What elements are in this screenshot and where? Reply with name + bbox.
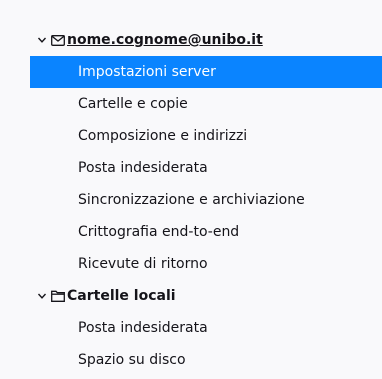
tree-item-e2e-encryption[interactable]: Crittografia end-to-end (0, 216, 382, 248)
account-name[interactable]: Cartelle locali (67, 288, 176, 304)
account-name[interactable]: nome.cognome@unibo.it (67, 32, 263, 48)
envelope-icon (51, 24, 65, 56)
tree-item-label: Impostazioni server (78, 64, 216, 80)
account-row-unibo[interactable]: nome.cognome@unibo.it (0, 24, 382, 56)
chevron-down-icon[interactable] (36, 24, 48, 56)
account-settings-tree: nome.cognome@unibo.it Impostazioni serve… (0, 24, 382, 376)
chevron-down-icon[interactable] (36, 280, 48, 312)
tree-item-label: Spazio su disco (78, 352, 186, 368)
tree-item-label: Sincronizzazione e archiviazione (78, 192, 305, 208)
tree-item-label: Crittografia end-to-end (78, 224, 240, 240)
folder-icon (51, 280, 65, 312)
tree-item-return-receipts[interactable]: Ricevute di ritorno (0, 248, 382, 280)
tree-item-label: Composizione e indirizzi (78, 128, 248, 144)
tree-item-junk-settings-local[interactable]: Posta indesiderata (0, 312, 382, 344)
tree-item-label: Posta indesiderata (78, 160, 208, 176)
tree-item-copies-folders[interactable]: Cartelle e copie (0, 88, 382, 120)
account-row-local-folders[interactable]: Cartelle locali (0, 280, 382, 312)
tree-item-label: Cartelle e copie (78, 96, 188, 112)
tree-item-composition-addressing[interactable]: Composizione e indirizzi (0, 120, 382, 152)
tree-item-server-settings[interactable]: Impostazioni server (30, 56, 382, 88)
tree-item-sync-storage[interactable]: Sincronizzazione e archiviazione (0, 184, 382, 216)
tree-item-junk-settings[interactable]: Posta indesiderata (0, 152, 382, 184)
tree-item-label: Ricevute di ritorno (78, 256, 208, 272)
tree-item-label: Posta indesiderata (78, 320, 208, 336)
tree-item-disk-space[interactable]: Spazio su disco (0, 344, 382, 376)
